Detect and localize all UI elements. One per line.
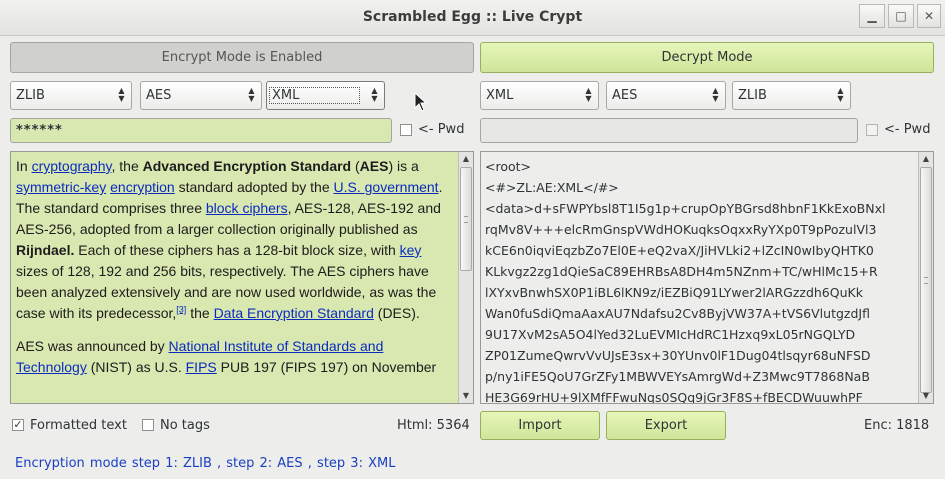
right-step2-select[interactable]: AES ▲ ▼	[606, 81, 726, 110]
ciphertext-line: <data>d+sFWPYbsl8T1I5g1p+crupOpYBGrsd8hb…	[485, 201, 886, 216]
pwd-label-right: <- Pwd	[884, 122, 931, 137]
plaintext-content: In cryptography, the Advanced Encryption…	[16, 156, 456, 390]
link-cryptography[interactable]: cryptography	[32, 158, 112, 174]
decrypt-password-field[interactable]	[480, 118, 858, 143]
formatted-text-label: Formatted text	[30, 418, 127, 433]
show-password-checkbox-left[interactable]	[400, 124, 412, 136]
right-step2-value: AES	[612, 88, 638, 103]
import-button[interactable]: Import	[480, 411, 600, 440]
ciphertext-editor[interactable]: <root> <#>ZL:AE:XML</#> <data>d+sFWPYbsl8T…	[480, 151, 934, 404]
ciphertext-line: lXYxvBnwhSX0P1iBL6lKN9z/iEZBiQ91LYwer2lA…	[485, 285, 863, 300]
ciphertext-content: <root> <#>ZL:AE:XML</#> <data>d+sFWPYbsl8T…	[485, 156, 915, 404]
spin-arrows-icon: ▲ ▼	[118, 86, 125, 103]
spin-arrows-icon: ▲ ▼	[585, 86, 592, 103]
scroll-up-icon[interactable]: ▲	[459, 152, 473, 166]
ciphertext-line: HE3G69rHU+9lXMfFFwuNqs0SQq9jGr3F8S+fBECD…	[485, 390, 863, 404]
link-us-government[interactable]: U.S. government	[334, 179, 439, 195]
spin-arrows-icon: ▲ ▼	[371, 86, 378, 103]
close-button[interactable]: ✕	[917, 4, 941, 28]
right-step3-value: ZLIB	[738, 88, 767, 103]
ciphertext-line: kCE6n0iqviEqzbZo7El0E+eQ2vaX/JiHVLki2+lZ…	[485, 243, 874, 258]
minimize-button[interactable]: ▁	[859, 4, 885, 28]
scroll-up-icon[interactable]: ▲	[919, 152, 933, 166]
right-step3-select[interactable]: ZLIB ▲ ▼	[732, 81, 851, 110]
ciphertext-line: <root>	[485, 159, 532, 174]
left-step1-value: ZLIB	[16, 88, 45, 103]
spin-arrows-icon: ▲ ▼	[837, 86, 844, 103]
pwd-label-left: <- Pwd	[418, 122, 465, 137]
right-step1-select[interactable]: XML ▲ ▼	[480, 81, 599, 110]
no-tags-checkbox[interactable]	[142, 419, 154, 431]
ciphertext-line: 9U17XvM2sA5O4lYed32LuEVMIcHdRC1Hzxq9xL05…	[485, 327, 856, 342]
no-tags-label: No tags	[160, 418, 210, 433]
left-step1-select[interactable]: ZLIB ▲ ▼	[10, 81, 132, 110]
window-title: Scrambled Egg :: Live Crypt	[362, 9, 583, 25]
link-symmetric-key[interactable]: symmetric-key	[16, 179, 106, 195]
mouse-cursor-icon	[414, 92, 428, 112]
spin-arrows-icon: ▲ ▼	[712, 86, 719, 103]
link-encryption[interactable]: encryption	[110, 179, 175, 195]
decrypt-mode-button[interactable]: Decrypt Mode	[480, 42, 934, 73]
checkmark-icon: ✓	[13, 418, 23, 431]
encrypt-mode-button[interactable]: Encrypt Mode is Enabled	[10, 42, 474, 73]
scroll-thumb[interactable]	[460, 167, 472, 271]
left-step3-select[interactable]: XML ▲ ▼	[266, 81, 385, 110]
status-bar: Encryption mode step 1: ZLIB , step 2: A…	[15, 456, 396, 471]
link-block-ciphers[interactable]: block ciphers	[206, 200, 288, 216]
spin-arrows-icon: ▲ ▼	[248, 86, 255, 103]
ciphertext-line: p/ny1iFE5QoU7GrZFy1MBWVEYsAmrgWd+Z3Mwc9T…	[485, 369, 870, 384]
ciphertext-line: rqMv8V+++elcRmGnspVWdHOKuqksOqxxRyYXp0T9…	[485, 222, 877, 237]
article-paragraph-2: AES was announced by National Institute …	[16, 338, 437, 375]
link-key[interactable]: key	[400, 242, 422, 258]
article-paragraph-1: In cryptography, the Advanced Encryption…	[16, 158, 443, 321]
plaintext-editor[interactable]: In cryptography, the Advanced Encryption…	[10, 151, 474, 404]
scroll-down-icon[interactable]: ▼	[919, 389, 933, 403]
ciphertext-line: <#>ZL:AE:XML</#>	[485, 180, 619, 195]
ciphertext-line: KLkvgz2zg1dQieSaC89EHRBsA8DH4m5NZnm+TC/w…	[485, 264, 878, 279]
left-step3-value: XML	[269, 87, 361, 104]
right-step1-value: XML	[486, 88, 514, 103]
ciphertext-line: Wan0fuSdiQmaAaxAU7Ndafsu2Cv8ByjVW37A+tVS…	[485, 306, 870, 321]
scroll-down-icon[interactable]: ▼	[459, 389, 473, 403]
scroll-thumb[interactable]	[920, 167, 932, 393]
ciphertext-line: ZP01ZumeQwrvVvUJsE3sx+30YUnv0lF1Dug04tls…	[485, 348, 871, 363]
show-password-checkbox-right[interactable]	[866, 124, 878, 136]
link-des[interactable]: Data Encryption Standard	[214, 305, 374, 321]
link-reference-3[interactable]: [3]	[176, 304, 186, 314]
enc-count: Enc: 1818	[864, 418, 930, 433]
link-fips[interactable]: FIPS	[186, 359, 217, 375]
encrypt-password-field[interactable]: ******	[10, 118, 392, 143]
left-step2-value: AES	[146, 88, 172, 103]
maximize-button[interactable]: □	[888, 4, 914, 28]
export-button[interactable]: Export	[606, 411, 726, 440]
formatted-text-checkbox[interactable]: ✓	[12, 419, 24, 431]
left-step2-select[interactable]: AES ▲ ▼	[140, 81, 262, 110]
html-count: Html: 5364	[397, 418, 470, 433]
title-bar: Scrambled Egg :: Live Crypt ▁ □ ✕	[0, 0, 945, 36]
ciphertext-scrollbar[interactable]: ▲ ▼	[918, 152, 933, 403]
plaintext-scrollbar[interactable]: ▲ ▼	[458, 152, 473, 403]
